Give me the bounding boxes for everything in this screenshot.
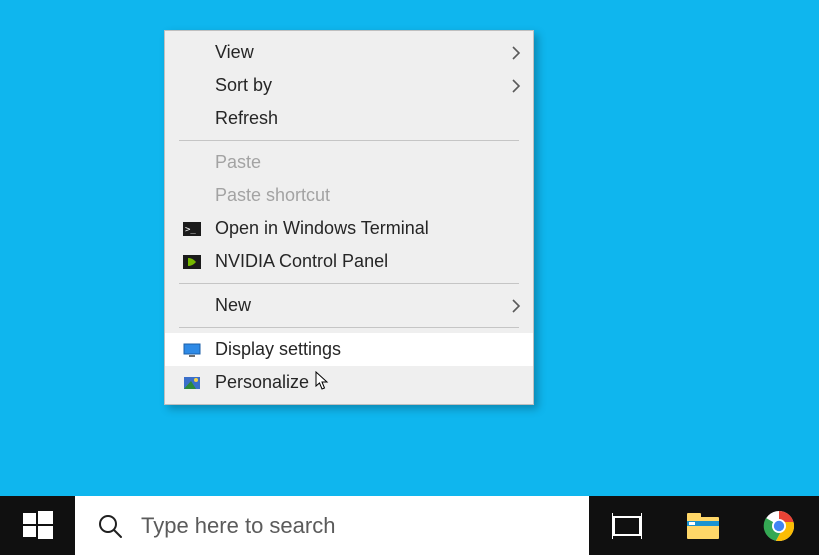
file-explorer-icon [686,511,720,541]
menu-item-personalize[interactable]: Personalize [165,366,533,399]
menu-item-label: View [215,42,254,63]
menu-item-label: Open in Windows Terminal [215,218,429,239]
menu-separator [179,327,519,328]
menu-item-nvidia-control-panel[interactable]: NVIDIA Control Panel [165,245,533,278]
menu-item-paste: Paste [165,146,533,179]
terminal-icon: >_ [183,221,201,237]
menu-item-label: Paste shortcut [215,185,330,206]
file-explorer-button[interactable] [665,496,741,555]
menu-item-label: NVIDIA Control Panel [215,251,388,272]
start-button[interactable] [0,496,75,555]
taskbar: Type here to search [0,496,819,555]
chevron-right-icon [507,77,525,95]
menu-item-open-in-windows-terminal[interactable]: >_ Open in Windows Terminal [165,212,533,245]
chrome-icon [763,510,795,542]
menu-item-label: Paste [215,152,261,173]
menu-item-view[interactable]: View [165,36,533,69]
desktop[interactable]: View Sort by Refresh Paste Paste shortcut >_ O… [0,0,819,555]
chevron-right-icon [507,44,525,62]
menu-item-refresh[interactable]: Refresh [165,102,533,135]
menu-item-label: Personalize [215,372,309,393]
chrome-button[interactable] [741,496,817,555]
menu-item-paste-shortcut: Paste shortcut [165,179,533,212]
menu-separator [179,140,519,141]
chevron-right-icon [507,297,525,315]
task-view-button[interactable] [589,496,665,555]
menu-item-label: Display settings [215,339,341,360]
menu-item-sort-by[interactable]: Sort by [165,69,533,102]
display-icon [183,342,201,358]
search-placeholder: Type here to search [141,513,589,539]
menu-item-label: Sort by [215,75,272,96]
task-view-icon [612,513,642,539]
menu-item-new[interactable]: New [165,289,533,322]
nvidia-icon [183,254,201,270]
menu-item-label: Refresh [215,108,278,129]
search-box[interactable]: Type here to search [75,496,589,555]
menu-separator [179,283,519,284]
svg-text:>_: >_ [185,225,196,235]
menu-item-label: New [215,295,251,316]
menu-item-display-settings[interactable]: Display settings [165,333,533,366]
desktop-context-menu: View Sort by Refresh Paste Paste shortcut >_ O… [164,30,534,405]
personalize-icon [183,375,201,391]
windows-logo-icon [23,511,53,541]
search-icon [97,513,123,539]
